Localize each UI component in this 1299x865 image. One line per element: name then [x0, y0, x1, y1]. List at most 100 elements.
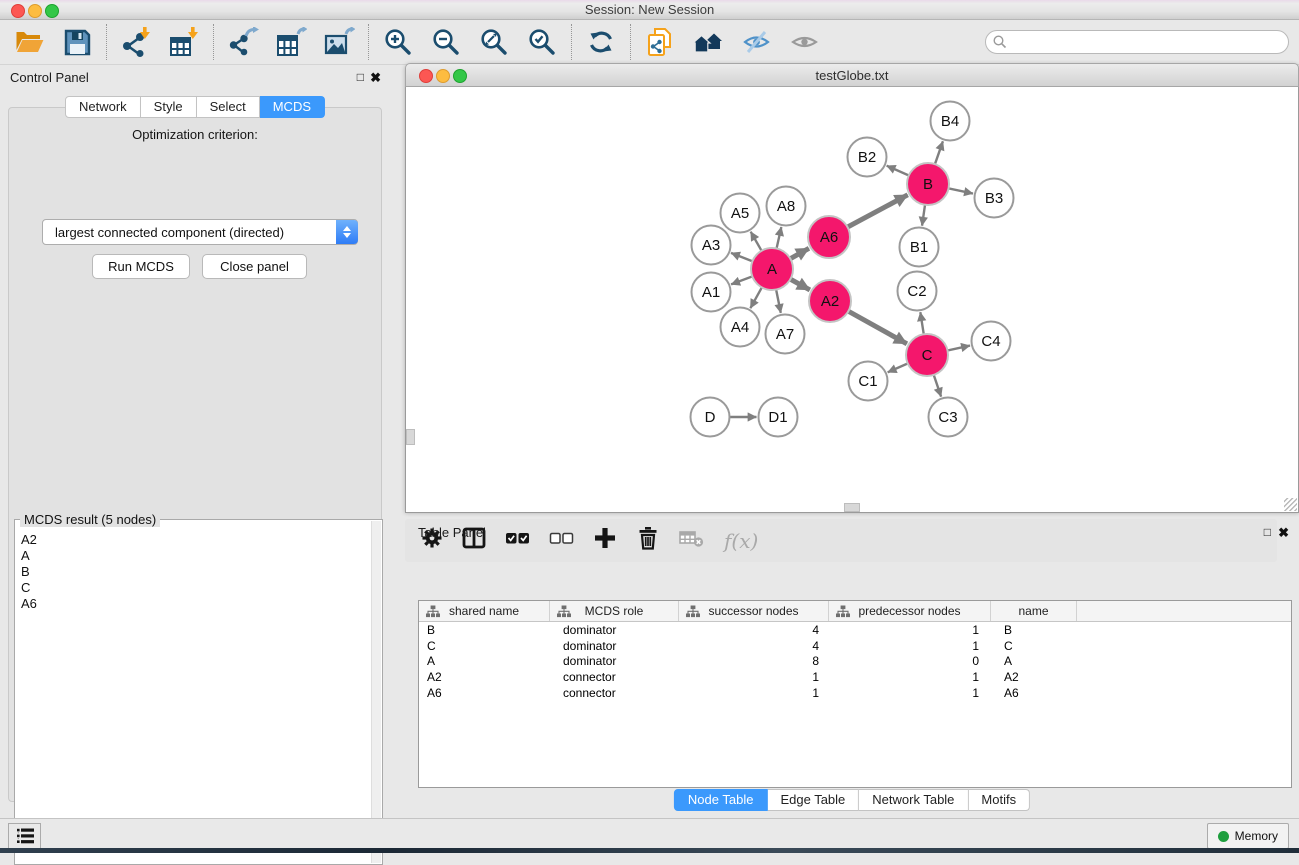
- save-session-icon[interactable]: [61, 26, 93, 58]
- float-table-panel-icon[interactable]: □: [1264, 525, 1271, 539]
- column-header-name[interactable]: name: [991, 601, 1077, 621]
- result-scrollbar[interactable]: [371, 521, 381, 863]
- memory-button[interactable]: Memory: [1207, 823, 1289, 849]
- table-cell[interactable]: 1: [829, 639, 991, 653]
- bottom-grip[interactable]: [844, 503, 860, 512]
- column-header-successor-nodes[interactable]: successor nodes: [679, 601, 829, 621]
- table-cell[interactable]: dominator: [550, 623, 679, 637]
- column-header-predecessor-nodes[interactable]: predecessor nodes: [829, 601, 991, 621]
- table-row[interactable]: Bdominator41B: [419, 622, 1291, 638]
- search-field[interactable]: [985, 30, 1289, 54]
- result-item[interactable]: C: [21, 580, 382, 596]
- network-close-button[interactable]: [419, 69, 433, 83]
- delete-column-icon[interactable]: [636, 526, 660, 555]
- close-table-panel-icon[interactable]: ✖: [1278, 525, 1289, 541]
- close-panel-icon[interactable]: ✖: [370, 70, 381, 86]
- table-row[interactable]: A2connector11A2: [419, 669, 1291, 685]
- table-cell[interactable]: C: [419, 639, 550, 653]
- deselect-all-icon[interactable]: [549, 527, 574, 554]
- table-cell[interactable]: B: [419, 623, 550, 637]
- result-item[interactable]: A6: [21, 596, 382, 612]
- zoom-out-icon[interactable]: [430, 26, 462, 58]
- table-cell[interactable]: A6: [419, 686, 550, 700]
- graph-node-label: C: [922, 347, 933, 364]
- criterion-value: largest connected component (directed): [43, 225, 336, 240]
- close-panel-button[interactable]: Close panel: [202, 254, 307, 279]
- task-history-button[interactable]: [8, 823, 41, 849]
- table-cell[interactable]: 1: [679, 686, 829, 700]
- result-item[interactable]: A: [21, 548, 382, 564]
- node-table[interactable]: shared nameMCDS rolesuccessor nodesprede…: [418, 600, 1292, 788]
- minimize-window-button[interactable]: [28, 4, 42, 18]
- table-cell[interactable]: A: [419, 654, 550, 668]
- table-cell[interactable]: A2: [991, 670, 1077, 684]
- mcds-result-list[interactable]: A2ABCA6: [15, 520, 382, 612]
- table-cell[interactable]: A6: [991, 686, 1077, 700]
- table-cell[interactable]: 1: [829, 686, 991, 700]
- table-cell[interactable]: 1: [679, 670, 829, 684]
- table-cell[interactable]: 4: [679, 639, 829, 653]
- resize-grip-icon[interactable]: [1284, 498, 1297, 511]
- import-network-icon[interactable]: [120, 26, 152, 58]
- table-cell[interactable]: 8: [679, 654, 829, 668]
- table-cell[interactable]: connector: [550, 686, 679, 700]
- export-image-icon[interactable]: [323, 26, 355, 58]
- tab-mcds[interactable]: MCDS: [260, 96, 325, 118]
- tab-network[interactable]: Network: [65, 96, 141, 118]
- zoom-in-icon[interactable]: [382, 26, 414, 58]
- show-graphics-details-icon[interactable]: [788, 26, 820, 58]
- search-input[interactable]: [1008, 32, 1288, 52]
- criterion-dropdown[interactable]: largest connected component (directed): [42, 219, 358, 245]
- table-cell[interactable]: C: [991, 639, 1077, 653]
- export-network-icon[interactable]: [227, 26, 259, 58]
- left-grip[interactable]: [406, 429, 415, 445]
- tab-node-table[interactable]: Node Table: [674, 789, 768, 811]
- export-table-icon[interactable]: [275, 26, 307, 58]
- network-graph[interactable]: AA1A2A3A4A5A6A7A8BB1B2B3B4CC1C2C3C4DD1: [406, 87, 1298, 510]
- table-cell[interactable]: 4: [679, 623, 829, 637]
- result-item[interactable]: B: [21, 564, 382, 580]
- table-row[interactable]: A6connector11A6: [419, 685, 1291, 701]
- network-zoom-button[interactable]: [453, 69, 467, 83]
- home-icon[interactable]: [692, 26, 724, 58]
- table-cell[interactable]: dominator: [550, 654, 679, 668]
- tab-edge-table[interactable]: Edge Table: [767, 789, 859, 811]
- graph-node-label: A3: [702, 237, 720, 254]
- close-window-button[interactable]: [11, 4, 25, 18]
- column-header-MCDS-role[interactable]: MCDS role: [550, 601, 679, 621]
- table-cell[interactable]: dominator: [550, 639, 679, 653]
- refresh-icon[interactable]: [585, 26, 617, 58]
- table-row[interactable]: Cdominator41C: [419, 638, 1291, 654]
- table-cell[interactable]: connector: [550, 670, 679, 684]
- tab-select[interactable]: Select: [197, 96, 260, 118]
- result-item[interactable]: A2: [21, 532, 382, 548]
- app-titlebar[interactable]: Session: New Session: [0, 0, 1299, 20]
- table-cell[interactable]: 0: [829, 654, 991, 668]
- tab-style[interactable]: Style: [141, 96, 197, 118]
- zoom-window-button[interactable]: [45, 4, 59, 18]
- graph-node-label: B3: [985, 190, 1003, 207]
- zoom-selected-icon[interactable]: [526, 26, 558, 58]
- table-cell[interactable]: A: [991, 654, 1077, 668]
- zoom-fit-icon[interactable]: [478, 26, 510, 58]
- tab-network-table[interactable]: Network Table: [859, 789, 968, 811]
- table-cell[interactable]: B: [991, 623, 1077, 637]
- hide-graphics-details-icon[interactable]: [740, 26, 772, 58]
- network-window-titlebar[interactable]: testGlobe.txt: [405, 63, 1299, 87]
- column-header-shared-name[interactable]: shared name: [419, 601, 550, 621]
- table-row[interactable]: Adominator80A: [419, 654, 1291, 670]
- dropdown-stepper-icon: [336, 220, 358, 244]
- table-cell[interactable]: A2: [419, 670, 550, 684]
- import-table-icon[interactable]: [168, 26, 200, 58]
- network-minimize-button[interactable]: [436, 69, 450, 83]
- select-all-icon[interactable]: [505, 527, 530, 554]
- table-cell[interactable]: 1: [829, 623, 991, 637]
- clone-network-icon[interactable]: [644, 26, 676, 58]
- tab-motifs[interactable]: Motifs: [968, 789, 1030, 811]
- table-cell[interactable]: 1: [829, 670, 991, 684]
- add-column-icon[interactable]: [593, 526, 617, 555]
- run-mcds-button[interactable]: Run MCDS: [92, 254, 190, 279]
- network-canvas[interactable]: AA1A2A3A4A5A6A7A8BB1B2B3B4CC1C2C3C4DD1: [405, 87, 1299, 513]
- float-panel-icon[interactable]: □: [357, 70, 364, 84]
- open-session-icon[interactable]: [13, 26, 45, 58]
